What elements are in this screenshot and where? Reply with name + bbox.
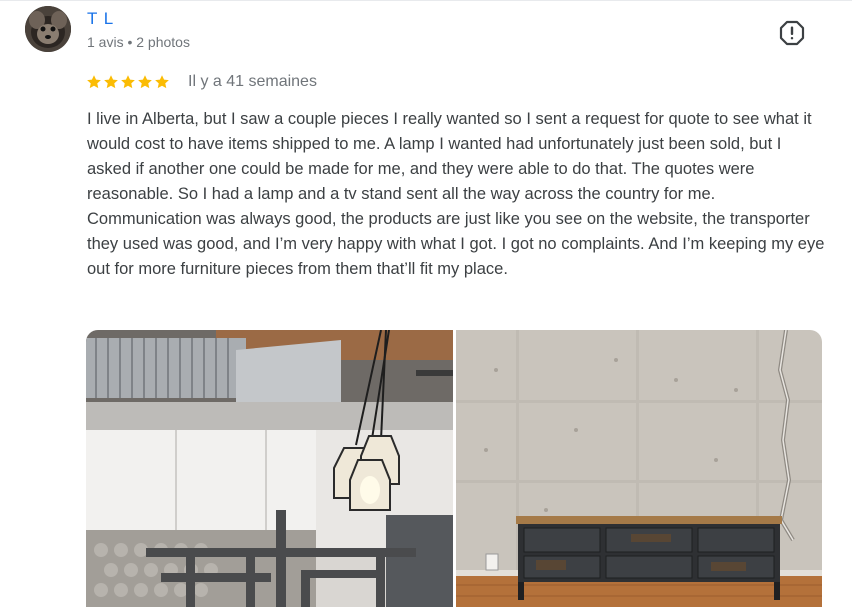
report-flag-icon[interactable]	[778, 19, 806, 47]
avatar[interactable]	[25, 6, 71, 52]
top-divider	[0, 0, 852, 1]
review-photo-lamp[interactable]	[86, 330, 453, 607]
review-photo-tv-stand[interactable]	[456, 330, 822, 607]
star-rating	[86, 71, 170, 93]
reviewer-name[interactable]: T L	[87, 9, 114, 29]
star-icon	[104, 75, 118, 89]
review-text: I live in Alberta, but I saw a couple pi…	[87, 110, 825, 278]
star-icon	[155, 75, 169, 89]
star-icon	[138, 75, 152, 89]
avatar-image	[25, 6, 71, 52]
star-icon	[87, 75, 101, 89]
review-time: Il y a 41 semaines	[188, 73, 317, 90]
reviewer-meta: 1 avis • 2 photos	[87, 34, 190, 50]
star-icon	[121, 75, 135, 89]
